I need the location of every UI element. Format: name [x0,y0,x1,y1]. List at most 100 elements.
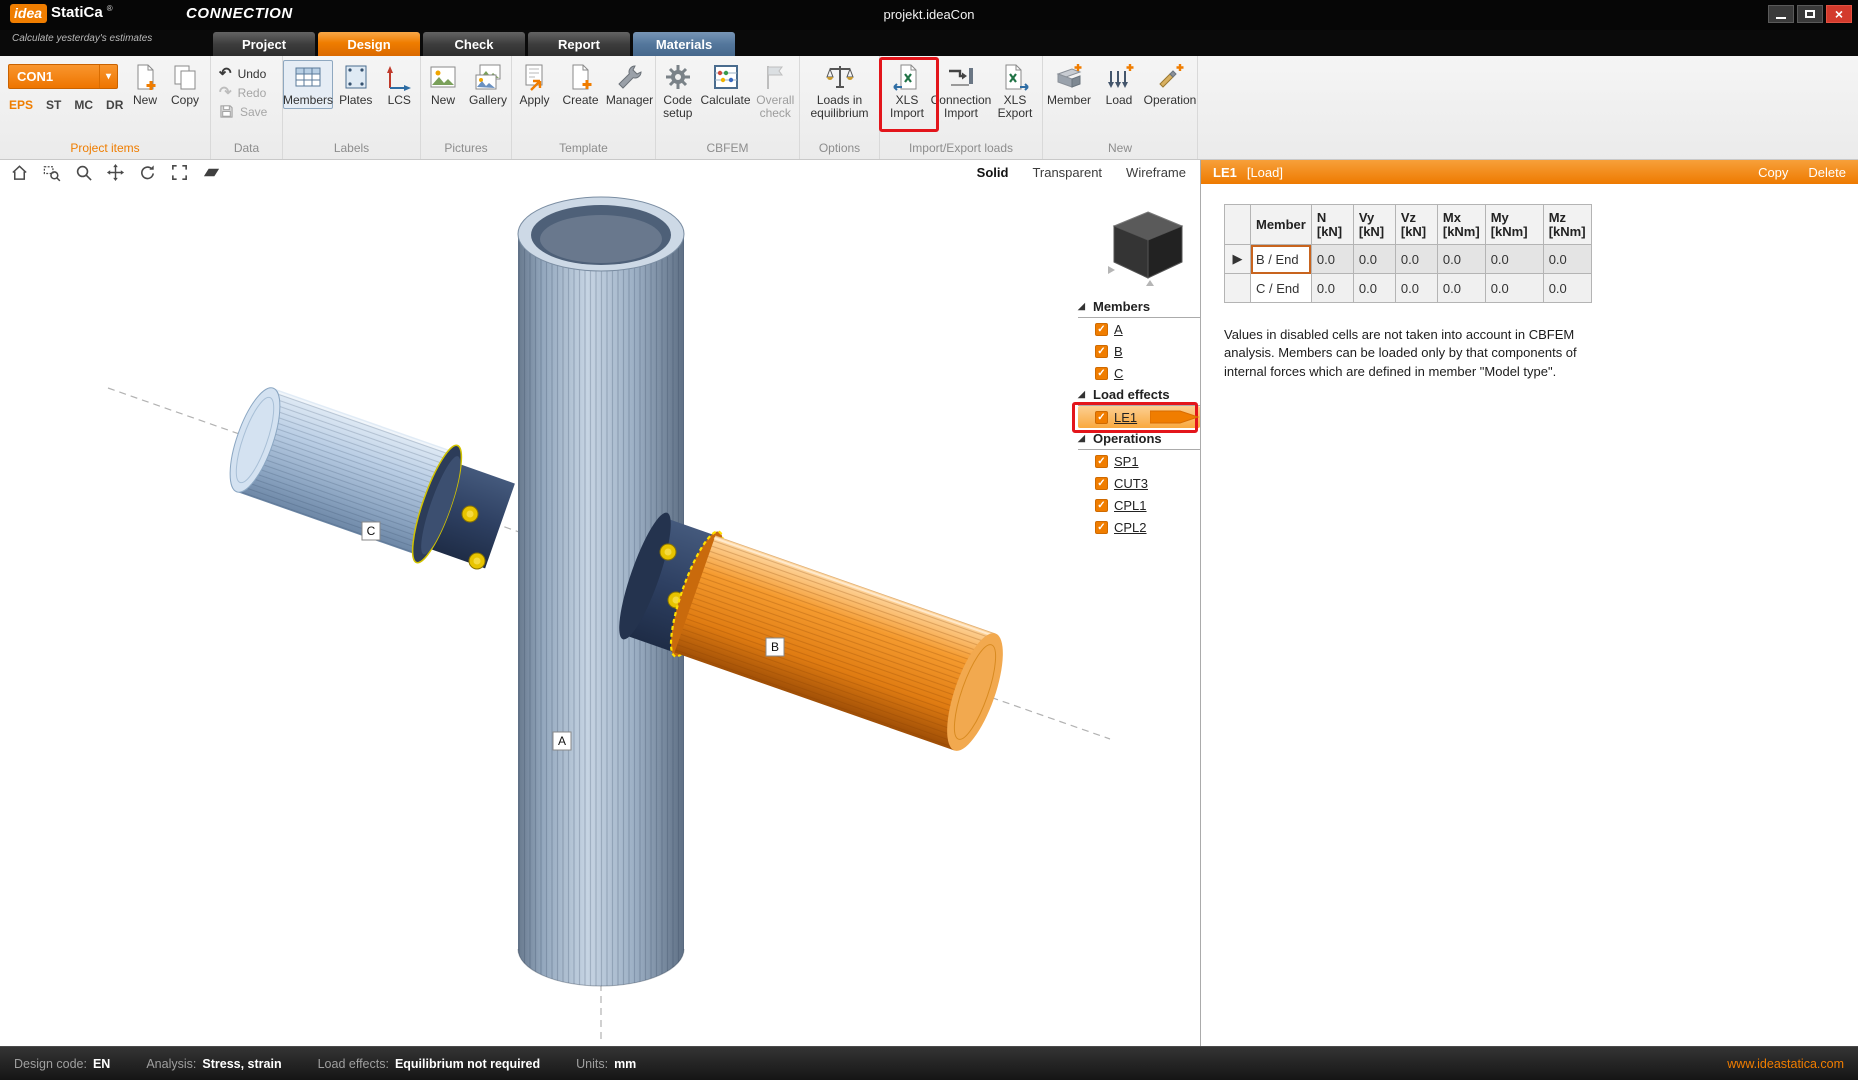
tree-item-member-c[interactable]: ✓ C [1078,362,1200,384]
maximize-icon [1805,10,1815,18]
value-cell[interactable]: 0.0 [1437,274,1485,303]
collapse-icon[interactable]: ◢ [1078,389,1088,400]
calculate-button[interactable]: Calculate [702,60,750,120]
navigation-cube[interactable] [1106,206,1190,290]
value-cell[interactable]: 0.0 [1485,274,1543,303]
toggle-eps[interactable]: EPS [9,98,33,112]
toggle-st[interactable]: ST [46,98,61,112]
overall-check-button[interactable]: Overall check [752,60,799,120]
tree-item-sp1[interactable]: ✓ SP1 [1078,450,1200,472]
ribbon-group-labels: Members Plates LCS Labels [283,56,421,159]
collapse-icon[interactable]: ◢ [1078,433,1088,444]
labels-members-button[interactable]: Members [283,60,333,109]
minimize-button[interactable] [1768,5,1794,23]
checkbox-checked-icon[interactable]: ✓ [1095,323,1108,336]
tree-item-member-a[interactable]: ✓ A [1078,318,1200,340]
member-cell[interactable]: C / End [1251,274,1312,303]
copy-load-button[interactable]: Copy [1758,165,1788,180]
new-member-button[interactable]: Member [1044,60,1094,108]
redo-button[interactable]: ↷ Redo [211,83,282,102]
tree-item-member-b[interactable]: ✓ B [1078,340,1200,362]
copy-project-item-button[interactable]: Copy [166,60,204,108]
value-cell[interactable]: 0.0 [1395,274,1437,303]
rotate-icon [138,163,157,182]
tree-group-operations[interactable]: ◢ Operations [1078,428,1200,450]
new-load-button[interactable]: Load [1096,60,1142,108]
tree-item-cpl2[interactable]: ✓ CPL2 [1078,516,1200,538]
toggle-mc[interactable]: MC [74,98,93,112]
status-load-effects: Load effects:Equilibrium not required [318,1057,541,1071]
connection-import-button[interactable]: Connection Import [935,60,987,120]
save-button[interactable]: Save [211,102,282,121]
undo-button[interactable]: ↶ Undo [211,64,282,83]
view-mode-transparent[interactable]: Transparent [1032,165,1102,180]
delete-load-button[interactable]: Delete [1808,165,1846,180]
checkbox-checked-icon[interactable]: ✓ [1095,411,1108,424]
tree-item-le1[interactable]: ✓ LE1 [1078,406,1200,428]
picture-new-button[interactable]: New [422,60,464,108]
new-operation-button[interactable]: Operation [1144,60,1196,108]
value-cell[interactable]: 0.0 [1353,274,1395,303]
tab-design[interactable]: Design [318,32,420,56]
view-mode-wireframe[interactable]: Wireframe [1126,165,1186,180]
checkbox-checked-icon[interactable]: ✓ [1095,477,1108,490]
checkbox-checked-icon[interactable]: ✓ [1095,521,1108,534]
tab-project[interactable]: Project [213,32,315,56]
xls-export-button[interactable]: XLS Export [989,60,1041,120]
zoom-button[interactable] [72,161,95,183]
home-view-button[interactable] [8,161,31,183]
tab-check[interactable]: Check [423,32,525,56]
pan-button[interactable] [104,161,127,183]
tab-materials[interactable]: Materials [633,32,735,56]
value-cell[interactable]: 0.0 [1311,245,1353,274]
tab-report[interactable]: Report [528,32,630,56]
value-cell[interactable]: 0.0 [1543,274,1591,303]
xls-import-button[interactable]: XLS Import [881,60,933,120]
column-header-member: Member [1251,205,1312,245]
template-apply-button[interactable]: Apply [513,60,557,108]
tree-group-members[interactable]: ◢ Members [1078,296,1200,318]
tree-group-load-effects[interactable]: ◢ Load effects [1078,384,1200,406]
template-manager-button[interactable]: Manager [605,60,655,108]
template-create-button[interactable]: Create [559,60,603,108]
value-cell[interactable]: 0.0 [1395,245,1437,274]
maximize-button[interactable] [1797,5,1823,23]
app-tagline: Calculate yesterday's estimates [12,33,152,44]
checkbox-checked-icon[interactable]: ✓ [1095,345,1108,358]
code-setup-button[interactable]: Code setup [656,60,700,120]
value-cell[interactable]: 0.0 [1485,245,1543,274]
toggle-dr[interactable]: DR [106,98,123,112]
rotate-view-button[interactable] [136,161,159,183]
collapse-icon[interactable]: ◢ [1078,301,1088,312]
checkbox-checked-icon[interactable]: ✓ [1095,499,1108,512]
panel-subtitle: [Load] [1247,165,1283,180]
row-selector[interactable] [1225,274,1251,303]
zoom-window-button[interactable] [40,161,63,183]
members-table-icon [293,62,323,92]
new-project-item-button[interactable]: New [126,60,164,108]
3d-scene[interactable]: A C B [0,184,1200,1046]
value-cell[interactable]: 0.0 [1311,274,1353,303]
checkbox-checked-icon[interactable]: ✓ [1095,455,1108,468]
labels-lcs-button[interactable]: LCS [379,60,421,109]
picture-gallery-button[interactable]: Gallery [466,60,510,108]
zoom-window-icon [42,163,61,182]
project-item-select[interactable]: CON1 ▾ [8,64,118,89]
view-mode-solid[interactable]: Solid [977,165,1009,180]
clipping-plane-button[interactable] [200,161,223,183]
svg-text:A: A [558,734,566,748]
value-cell[interactable]: 0.0 [1437,245,1485,274]
website-link[interactable]: www.ideastatica.com [1727,1057,1844,1071]
close-button[interactable]: × [1826,5,1852,23]
tree-item-cut3[interactable]: ✓ CUT3 [1078,472,1200,494]
group-label-template: Template [512,141,655,155]
member-c-tube[interactable] [220,382,515,569]
checkbox-checked-icon[interactable]: ✓ [1095,367,1108,380]
tree-item-cpl1[interactable]: ✓ CPL1 [1078,494,1200,516]
loads-in-equilibrium-button[interactable]: Loads in equilibrium [804,60,876,120]
member-cell[interactable]: B / End [1251,245,1312,274]
value-cell[interactable]: 0.0 [1353,245,1395,274]
labels-plates-button[interactable]: Plates [335,60,377,109]
zoom-fit-button[interactable] [168,161,191,183]
value-cell[interactable]: 0.0 [1543,245,1591,274]
